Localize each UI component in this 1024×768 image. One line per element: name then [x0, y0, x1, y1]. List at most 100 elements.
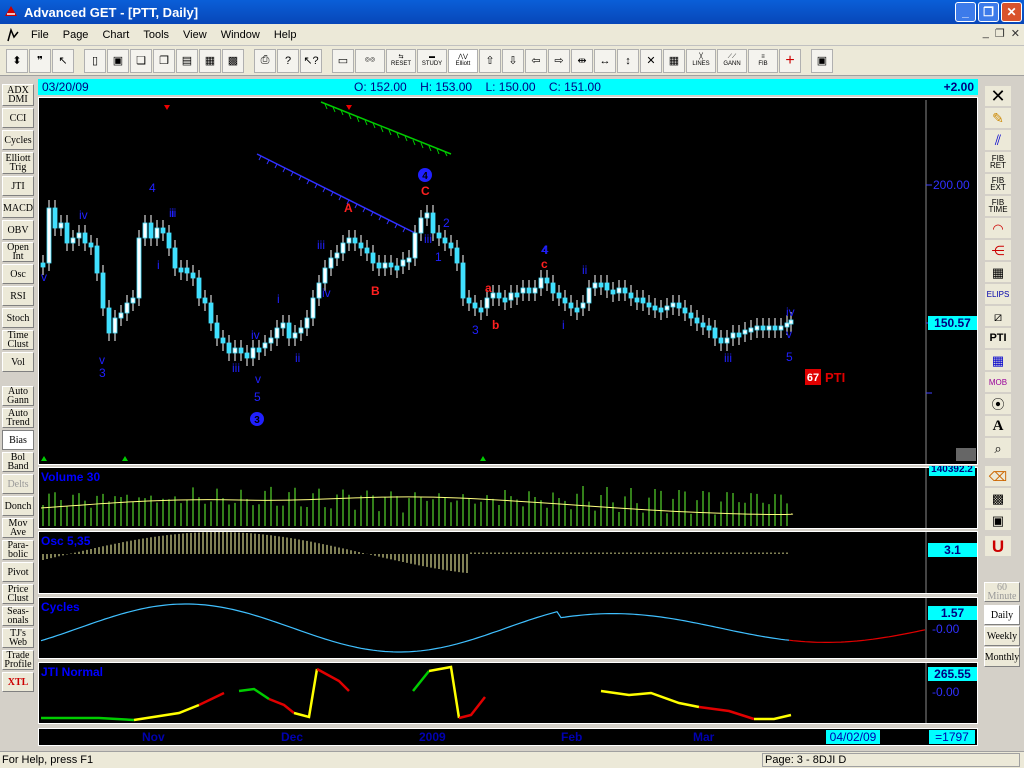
- quote-button[interactable]: ❞: [29, 48, 51, 73]
- elips-button[interactable]: ELIPS: [985, 284, 1011, 304]
- arrow-right-button[interactable]: ⇨: [548, 48, 570, 73]
- menu-help[interactable]: Help: [267, 29, 304, 41]
- binoculars-button[interactable]: ◎◎: [355, 48, 385, 73]
- tool-elliott-trig[interactable]: Elliott Trig: [2, 152, 34, 174]
- undo-magnet-icon[interactable]: U: [985, 536, 1011, 556]
- tool-delts[interactable]: Delts: [2, 474, 34, 494]
- menu-page[interactable]: Page: [56, 29, 96, 41]
- tool-price-clust[interactable]: Price Clust: [2, 584, 34, 604]
- close-button[interactable]: ✕: [1001, 2, 1022, 22]
- tool-trade-profile[interactable]: Trade Profile: [2, 650, 34, 670]
- tool-cycles[interactable]: Cycles: [2, 130, 34, 150]
- channel-tool-icon[interactable]: ⧄: [985, 306, 1011, 326]
- expand-vertical-button[interactable]: ↕: [617, 48, 639, 73]
- parallel-lines-icon[interactable]: ⫽: [985, 130, 1011, 150]
- mdi-minimize-button[interactable]: _: [983, 27, 989, 40]
- menu-file[interactable]: File: [24, 29, 56, 41]
- tool-vol[interactable]: Vol: [2, 352, 34, 372]
- help-button[interactable]: ?: [277, 48, 299, 73]
- save-button[interactable]: ▣: [107, 48, 129, 73]
- menu-window[interactable]: Window: [214, 29, 267, 41]
- fib-ret-button[interactable]: FIB RET: [985, 152, 1011, 172]
- mdi-close-button[interactable]: ✕: [1011, 27, 1020, 40]
- chart-options-icon[interactable]: [956, 448, 976, 461]
- tool-macd[interactable]: MACD: [2, 198, 34, 218]
- magnet-icon[interactable]: ⦿: [985, 394, 1011, 414]
- tool-open-int[interactable]: Open Int: [2, 242, 34, 262]
- pattern-grid-icon[interactable]: ▩: [985, 488, 1011, 508]
- arrow-up-button[interactable]: ⇧: [479, 48, 501, 73]
- tool-rsi[interactable]: RSI: [2, 286, 34, 306]
- mob-button[interactable]: MOB: [985, 372, 1011, 392]
- tool-osc[interactable]: Osc: [2, 264, 34, 284]
- tool-auto-trend[interactable]: Auto Trend: [2, 408, 34, 428]
- fib-button[interactable]: ≡ FIB: [748, 48, 778, 73]
- arrow-down-button[interactable]: ⇩: [502, 48, 524, 73]
- open-folder-button[interactable]: ▭: [332, 48, 354, 73]
- grid-toggle-button[interactable]: ▦: [663, 48, 685, 73]
- timeframe-daily[interactable]: Daily: [984, 605, 1020, 625]
- template-button[interactable]: ▩: [222, 48, 244, 73]
- tool-cci[interactable]: CCI: [2, 108, 34, 128]
- square-grid-icon[interactable]: ▦: [985, 350, 1011, 370]
- pencil-tool-icon[interactable]: ✎: [985, 108, 1011, 128]
- arrow-left-button[interactable]: ⇦: [525, 48, 547, 73]
- tool-bol-band[interactable]: Bol Band: [2, 452, 34, 472]
- timeframe-60-minute[interactable]: 60 Minute: [984, 582, 1020, 602]
- tool-obv[interactable]: OBV: [2, 220, 34, 240]
- tool-xtl[interactable]: XTL: [2, 672, 34, 692]
- reset-button[interactable]: ⇆ RESET: [386, 48, 416, 73]
- tool-time-clust[interactable]: Time Clust: [2, 330, 34, 350]
- pointer-tool-button[interactable]: ⬍: [6, 48, 28, 73]
- menu-tools[interactable]: Tools: [136, 29, 176, 41]
- fib-arc-icon[interactable]: ◠: [985, 218, 1011, 238]
- tool-mov-ave[interactable]: Mov Ave: [2, 518, 34, 538]
- print-button[interactable]: ⎙: [254, 48, 276, 73]
- layout-button[interactable]: ▤: [176, 48, 198, 73]
- menu-chart[interactable]: Chart: [95, 29, 136, 41]
- compress-button[interactable]: ⇹: [571, 48, 593, 73]
- document-icon[interactable]: [6, 27, 20, 42]
- timeframe-weekly[interactable]: Weekly: [984, 626, 1020, 646]
- tool-parabolic[interactable]: Para-bolic: [2, 540, 34, 560]
- zoom-x-button[interactable]: ✕: [640, 48, 662, 73]
- fib-time-button[interactable]: FIB TIME: [985, 196, 1011, 216]
- expand-horizontal-button[interactable]: ↔: [594, 48, 616, 73]
- mdi-restore-button[interactable]: ❐: [995, 27, 1005, 40]
- pti-button[interactable]: PTI: [985, 328, 1011, 348]
- crosshair-button[interactable]: +: [779, 48, 801, 73]
- restore-button[interactable]: ❐: [978, 2, 999, 22]
- study-button[interactable]: ▬ STUDY: [417, 48, 447, 73]
- tool-donch[interactable]: Donch: [2, 496, 34, 516]
- paste-button[interactable]: ❐: [153, 48, 175, 73]
- elliott-button[interactable]: ⋀⋁ Elliott: [448, 48, 478, 73]
- timeframe-monthly[interactable]: Monthly: [984, 647, 1020, 667]
- minimize-button[interactable]: _: [955, 2, 976, 22]
- fan-lines-icon[interactable]: ⋲: [985, 240, 1011, 260]
- price-chart-svg[interactable]: 4 3 67 PTI: [39, 98, 977, 464]
- eraser-icon[interactable]: ⌫: [985, 466, 1011, 486]
- tool-jti[interactable]: JTI: [2, 176, 34, 196]
- tool-pivot[interactable]: Pivot: [2, 562, 34, 582]
- properties-button[interactable]: ▣: [811, 48, 833, 73]
- tool-seasonals[interactable]: Seas-onals: [2, 606, 34, 626]
- cursor-tool-button[interactable]: ↖: [52, 48, 74, 73]
- context-help-button[interactable]: ↖?: [300, 48, 322, 73]
- copy-button[interactable]: ❏: [130, 48, 152, 73]
- tool-stoch[interactable]: Stoch: [2, 308, 34, 328]
- snapshot-icon[interactable]: ▣: [985, 510, 1011, 530]
- menu-view[interactable]: View: [176, 29, 214, 41]
- tool-adx-dmi[interactable]: ADX DMI: [2, 84, 34, 106]
- text-tool-button[interactable]: A: [985, 416, 1011, 436]
- lines-button[interactable]: ╳ LINES: [686, 48, 716, 73]
- price-chart-panel[interactable]: 4 3 67 PTI iv 4 ii i ii v 3 iii iv v 5 i ii iii iv iii 4…: [38, 97, 978, 465]
- new-page-button[interactable]: ▯: [84, 48, 106, 73]
- tool-auto-gann[interactable]: Auto Gann: [2, 386, 34, 406]
- tool-bias[interactable]: Bias: [2, 430, 34, 450]
- gann-button[interactable]: ⟋⟋ GANN: [717, 48, 747, 73]
- delete-tool-icon[interactable]: ✕: [985, 86, 1011, 106]
- tool-tjs-web[interactable]: TJ's Web: [2, 628, 34, 648]
- fib-ext-button[interactable]: FIB EXT: [985, 174, 1011, 194]
- grid-box-icon[interactable]: ▦: [985, 262, 1011, 282]
- zoom-icon[interactable]: ⌕: [985, 438, 1011, 458]
